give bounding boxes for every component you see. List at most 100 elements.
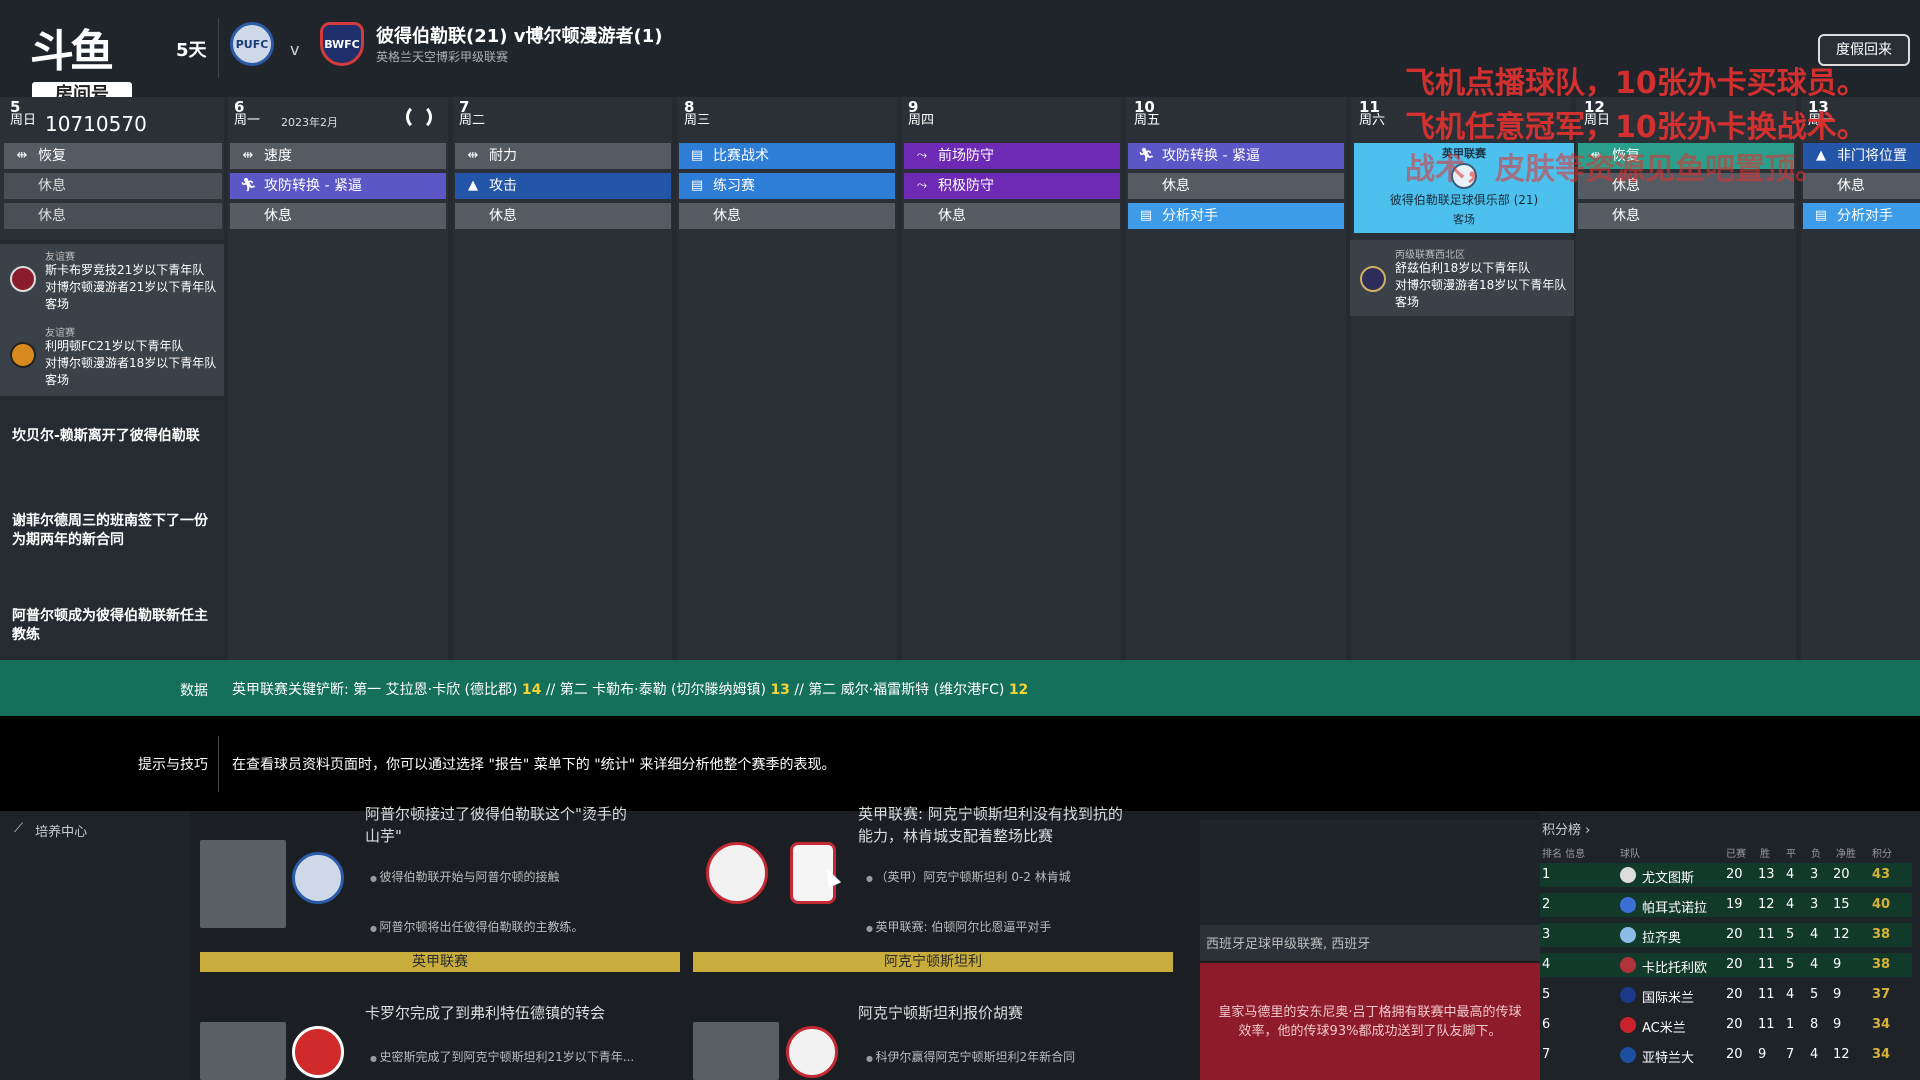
cell-l: 4 [1810,1047,1819,1062]
news-bullet[interactable]: 科伊尔赢得阿克宁顿斯坦利2年新合同 [866,1048,1076,1065]
training-slot[interactable]: 休息 [679,203,895,229]
cell-team[interactable]: 卡比托利欧 [1642,957,1707,976]
days-counter: 5天 [176,40,207,61]
title-line: 英甲联赛: 阿克宁顿斯坦利没有找到抗的 [858,805,1123,823]
training-slot[interactable]: 休息 [4,173,222,199]
news-bullet[interactable]: 彼得伯勒联开始与阿普尔顿的接触 [370,868,560,885]
training-slot[interactable]: ⤳ 积极防守 [904,173,1120,199]
day-header-7[interactable]: 7 周二 [459,100,485,128]
training-slot[interactable]: ⇹ 耐力 [455,143,671,169]
nav-item-development-centre[interactable]: ⟋ 培养中心 [14,821,87,840]
ticker-text: // 第二 威尔·福雷斯特 (维尔港FC) [789,682,1009,698]
news-item[interactable]: 阿普尔顿成为彼得伯勒联新任主教练 [12,607,217,645]
table-row[interactable]: 4 卡比托利欧 20 11 5 4 9 38 [1540,953,1912,977]
league-table-title[interactable]: 积分榜 › [1542,819,1590,838]
loading-spinner-icon [406,104,432,130]
friendly-match-card[interactable]: 友谊赛 利明顿FC21岁以下青年队 对博尔顿漫游者18岁以下青年队 客场 [0,320,224,396]
training-slot[interactable]: ▲ 攻击 [455,173,671,199]
day-header-11[interactable]: 11 周六 [1359,100,1385,128]
u18-line: 对博尔顿漫游者18岁以下青年队 [1395,278,1567,292]
leamington-crest-icon [10,342,36,368]
news-bullet[interactable]: 史密斯完成了到阿克宁顿斯坦利21岁以下青年... [370,1048,635,1065]
day-header-10[interactable]: 10 周五 [1134,100,1160,128]
transition-icon: 🏃︎ [240,178,257,193]
friendly-line: 对博尔顿漫游者18岁以下青年队 [45,356,217,370]
training-slot[interactable]: ⇹ 速度 [230,143,446,169]
table-row[interactable]: 7 亚特兰大 20 9 7 4 12 34 [1540,1043,1912,1067]
table-row[interactable]: 1 尤文图斯 20 13 4 3 20 43 [1540,863,1912,887]
next-match-title[interactable]: 彼得伯勒联(21) v博尔顿漫游者(1) [376,22,662,48]
news-item[interactable]: 谢菲尔德周三的班南签下了一份为期两年的新合同 [12,512,217,550]
cell-team[interactable]: 尤文图斯 [1642,867,1694,886]
training-slot[interactable]: 🏃︎ 攻防转换 - 紧逼 [1128,143,1344,169]
cell-pts: 34 [1872,1017,1891,1032]
training-slot[interactable]: 休息 [4,203,222,229]
day-header-5[interactable]: 5 周日 [10,100,36,128]
day-number: 6 [234,98,245,116]
news-card-title[interactable]: 卡罗尔完成了到弗利特伍德镇的转会 [365,1002,605,1024]
cell-team[interactable]: 亚特兰大 [1642,1047,1694,1066]
cell-p: 20 [1726,927,1743,942]
day-number: 9 [908,98,919,116]
day-header-6[interactable]: 6 周一 [234,100,260,128]
cell-team[interactable]: AC米兰 [1642,1017,1686,1036]
cell-l: 5 [1810,987,1819,1002]
cell-pts: 38 [1872,957,1891,972]
u18-match-card[interactable]: 丙级联赛西北区 舒兹伯利18岁以下青年队 对博尔顿漫游者18岁以下青年队 客场 [1350,240,1574,316]
day-header-8[interactable]: 8 周三 [684,100,710,128]
title-line: 能力，林肯城支配着整场比赛 [858,827,1054,845]
news-bullet[interactable]: 阿普尔顿将出任彼得伯勒联的主教练。 [370,918,584,935]
club-tag[interactable]: 阿克宁顿斯坦利 [693,952,1173,972]
day-header-9[interactable]: 9 周四 [908,100,934,128]
slot-label: 比赛战术 [713,148,769,164]
competition-tag[interactable]: 英甲联赛 [200,952,680,972]
news-bullet[interactable]: （英甲）阿克宁顿斯坦利 0-2 林肯城 [866,868,1071,885]
slot-label: 耐力 [489,148,517,164]
news-card-title[interactable]: 阿普尔顿接过了彼得伯勒联这个"烫手的 山芋" [365,803,627,847]
table-row[interactable]: 2 帕耳式诺拉 19 12 4 3 15 40 [1540,893,1912,917]
table-row[interactable]: 6 AC米兰 20 11 1 8 9 34 [1540,1013,1912,1037]
data-text[interactable]: 英甲联赛关键铲断: 第一 艾拉恩·卡欣 (德比郡) 14 // 第二 卡勒布·泰… [232,679,1028,699]
stream-overlay-line: 飞机点播球队，10张办卡买球员。 [1405,66,1867,101]
day-number: 7 [459,98,470,116]
cell-pts: 43 [1872,867,1891,882]
column-header: 球队 [1620,849,1640,860]
tactics-icon: ▤ [690,148,704,163]
table-row[interactable]: 5 国际米兰 20 11 4 5 9 37 [1540,983,1912,1007]
slot-label: 分析对手 [1162,208,1218,224]
training-slot[interactable]: 休息 [230,203,446,229]
news-item[interactable]: 坎贝尔-赖斯离开了彼得伯勒联 [12,427,217,446]
training-slot[interactable]: 休息 [904,203,1120,229]
training-slot[interactable]: ⇹ 恢复 [4,143,222,169]
friendly-match-card[interactable]: 友谊赛 斯卡布罗竞技21岁以下青年队 对博尔顿漫游者21岁以下青年队 客场 [0,244,224,320]
cell-d: 7 [1786,1047,1795,1062]
next-match-competition: 英格兰天空博彩甲级联赛 [376,50,509,64]
news-card-title[interactable]: 阿克宁顿斯坦利报价胡赛 [858,1002,1023,1024]
column-header: 胜 [1760,849,1770,860]
training-slot[interactable]: ⤳ 前场防守 [904,143,1120,169]
cell-team[interactable]: 拉齐奥 [1642,927,1681,946]
training-slot[interactable]: 休息 [455,203,671,229]
news-bullet[interactable]: 英甲联赛: 伯顿阿尔比恩逼平对手 [866,918,1052,935]
day-of-week: 周二 [459,113,486,128]
training-slot[interactable]: ▤ 比赛战术 [679,143,895,169]
tips-divider [218,736,219,792]
cell-w: 11 [1758,927,1775,942]
cell-team[interactable]: 帕耳式诺拉 [1642,897,1707,916]
news-card-title[interactable]: 英甲联赛: 阿克宁顿斯坦利没有找到抗的 能力，林肯城支配着整场比赛 [858,803,1123,847]
training-slot[interactable]: ▤ 分析对手 [1803,203,1920,229]
training-slot[interactable]: 休息 [1128,173,1344,199]
day-number: 11 [1359,98,1380,116]
table-row[interactable]: 3 拉齐奥 20 11 5 4 12 38 [1540,923,1912,947]
training-slot[interactable]: ▤ 分析对手 [1128,203,1344,229]
peterborough-crest-icon[interactable]: PUFC [230,22,274,66]
slot-label: 休息 [264,208,292,224]
promo-competition-label[interactable]: 西班牙足球甲级联赛, 西班牙 [1200,925,1540,961]
training-slot[interactable]: ▤ 练习赛 [679,173,895,199]
cell-l: 3 [1810,867,1819,882]
training-slot[interactable]: 休息 [1578,203,1794,229]
training-slot[interactable]: 🏃︎ 攻防转换 - 紧逼 [230,173,446,199]
bolton-crest-icon[interactable]: BWFC [320,22,364,66]
cell-d: 5 [1786,927,1795,942]
cell-team[interactable]: 国际米兰 [1642,987,1694,1006]
